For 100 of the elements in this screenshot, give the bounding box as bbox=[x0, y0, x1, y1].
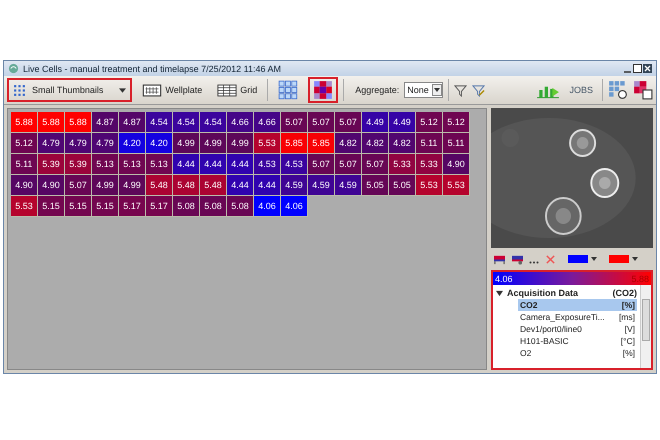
heatmap-cell[interactable]: 4.06 bbox=[281, 196, 308, 217]
heatmap-cell[interactable]: 4.20 bbox=[119, 133, 146, 154]
heatmap-cell[interactable]: 4.87 bbox=[119, 112, 146, 133]
heatmap-cell[interactable]: 5.07 bbox=[281, 112, 308, 133]
heatmap-cell[interactable]: 5.12 bbox=[416, 112, 443, 133]
tree-item[interactable]: CO2 [%] bbox=[518, 299, 637, 311]
heatmap-cell[interactable]: 5.15 bbox=[65, 196, 92, 217]
heatmap-cell[interactable]: 4.20 bbox=[146, 133, 173, 154]
scrollbar[interactable] bbox=[640, 285, 651, 368]
heatmap-cell[interactable]: 4.54 bbox=[200, 112, 227, 133]
heatmap-cell[interactable]: 5.12 bbox=[11, 133, 38, 154]
heatmap-cell[interactable]: 5.39 bbox=[38, 154, 65, 175]
heatmap-cell[interactable]: 5.17 bbox=[146, 196, 173, 217]
high-color-picker[interactable] bbox=[609, 255, 639, 263]
heatmap-cell[interactable]: 4.59 bbox=[308, 175, 335, 196]
heatmap-cell[interactable]: 5.05 bbox=[362, 175, 389, 196]
aggregate-dropdown[interactable]: None bbox=[404, 82, 443, 98]
heatmap-cell[interactable]: 4.87 bbox=[92, 112, 119, 133]
heatmap-cell[interactable]: 5.08 bbox=[173, 196, 200, 217]
heatmap-cell[interactable]: 5.13 bbox=[146, 154, 173, 175]
heatmap-cell[interactable]: 5.48 bbox=[200, 175, 227, 196]
close-icon[interactable] bbox=[643, 64, 652, 73]
heatmap-cell[interactable]: 5.15 bbox=[38, 196, 65, 217]
heatmap-cell[interactable]: 5.15 bbox=[92, 196, 119, 217]
heatmap-toggle[interactable] bbox=[308, 77, 338, 103]
heatmap-cell[interactable]: 4.90 bbox=[11, 175, 38, 196]
heatmap-cell[interactable]: 5.88 bbox=[65, 112, 92, 133]
heatmap-cell[interactable]: 4.82 bbox=[389, 133, 416, 154]
heatmap-cell[interactable]: 4.44 bbox=[227, 154, 254, 175]
heatmap-cell[interactable]: 5.53 bbox=[443, 175, 470, 196]
tree-node[interactable]: Acquisition Data bbox=[507, 288, 608, 298]
heatmap-cell[interactable]: 4.99 bbox=[200, 133, 227, 154]
heatmap-cell[interactable]: 5.33 bbox=[389, 154, 416, 175]
heatmap-cell[interactable]: 4.06 bbox=[254, 196, 281, 217]
heatmap-cell[interactable]: 5.07 bbox=[308, 154, 335, 175]
heatmap-cell[interactable]: 4.49 bbox=[389, 112, 416, 133]
heatmap-cell[interactable]: 5.07 bbox=[335, 112, 362, 133]
jobs-button[interactable]: JOBS bbox=[569, 85, 593, 95]
filter-icon[interactable] bbox=[454, 84, 467, 96]
heatmap-cell[interactable]: 5.07 bbox=[308, 112, 335, 133]
heatmap-cell[interactable]: 4.90 bbox=[38, 175, 65, 196]
heatmap-cell[interactable]: 5.08 bbox=[227, 196, 254, 217]
view-mode-dropdown[interactable]: Small Thumbnails bbox=[7, 78, 132, 102]
heatmap-cell[interactable]: 4.53 bbox=[254, 154, 281, 175]
heatmap-cell[interactable]: 5.85 bbox=[281, 133, 308, 154]
heatmap-cell[interactable]: 5.53 bbox=[11, 196, 38, 217]
heatmap-cell[interactable]: 4.90 bbox=[443, 154, 470, 175]
heatmap-cell[interactable]: 4.99 bbox=[173, 133, 200, 154]
heatmap-cell[interactable]: 5.88 bbox=[11, 112, 38, 133]
heatmap-cell[interactable]: 4.49 bbox=[362, 112, 389, 133]
heatmap-cell[interactable]: 4.44 bbox=[227, 175, 254, 196]
heatmap-cell[interactable]: 5.07 bbox=[362, 154, 389, 175]
heatmap-cell[interactable]: 5.13 bbox=[119, 154, 146, 175]
maximize-button[interactable] bbox=[633, 64, 642, 73]
heatmap-cell[interactable]: 4.79 bbox=[38, 133, 65, 154]
heatmap-cell[interactable]: 5.07 bbox=[335, 154, 362, 175]
heatmap-cell[interactable]: 5.53 bbox=[254, 133, 281, 154]
low-color-picker[interactable] bbox=[568, 255, 598, 263]
heatmap-cell[interactable]: 4.99 bbox=[119, 175, 146, 196]
heatmap-cell[interactable]: 5.12 bbox=[443, 112, 470, 133]
heatmap-cell[interactable]: 4.54 bbox=[173, 112, 200, 133]
heatmap-cell[interactable]: 5.07 bbox=[65, 175, 92, 196]
heatmap-cell[interactable]: 4.53 bbox=[281, 154, 308, 175]
heatmap-cell[interactable]: 4.99 bbox=[92, 175, 119, 196]
filter-edit-icon[interactable] bbox=[472, 84, 485, 96]
wellplate-button[interactable]: Wellplate bbox=[137, 77, 208, 103]
heatmap-cell[interactable]: 5.53 bbox=[416, 175, 443, 196]
tree-item[interactable]: H101-BASIC [°C] bbox=[518, 335, 637, 347]
plate-settings-icon[interactable] bbox=[511, 254, 524, 264]
heatmap-cell[interactable]: 4.44 bbox=[173, 154, 200, 175]
heatmap-window-icon[interactable] bbox=[633, 80, 653, 100]
heatmap-cell[interactable]: 4.59 bbox=[281, 175, 308, 196]
grid-zoom-icon[interactable] bbox=[608, 80, 628, 100]
tree-item[interactable]: Dev1/port0/line0 [V] bbox=[518, 323, 637, 335]
heatmap-cell[interactable]: 4.44 bbox=[254, 175, 281, 196]
heatmap-cell[interactable]: 4.44 bbox=[200, 154, 227, 175]
heatmap-cell[interactable]: 4.54 bbox=[146, 112, 173, 133]
heatmap-cell[interactable]: 4.79 bbox=[65, 133, 92, 154]
heatmap-cell[interactable]: 5.17 bbox=[119, 196, 146, 217]
expand-icon[interactable] bbox=[496, 290, 503, 296]
heatmap-cell[interactable]: 5.39 bbox=[65, 154, 92, 175]
grid-button[interactable]: Grid bbox=[212, 77, 262, 103]
heatmap-cell[interactable]: 5.85 bbox=[308, 133, 335, 154]
tree-item[interactable]: Camera_ExposureTi... [ms] bbox=[518, 311, 637, 323]
heatmap-cell[interactable]: 4.99 bbox=[227, 133, 254, 154]
heatmap-cell[interactable]: 5.11 bbox=[11, 154, 38, 175]
more-icon[interactable] bbox=[529, 261, 539, 264]
heatmap-cell[interactable]: 4.79 bbox=[92, 133, 119, 154]
heatmap-cell[interactable]: 5.33 bbox=[416, 154, 443, 175]
heatmap-cell[interactable]: 5.48 bbox=[173, 175, 200, 196]
heatmap-cell[interactable]: 5.11 bbox=[443, 133, 470, 154]
heatmap-cell[interactable]: 5.05 bbox=[389, 175, 416, 196]
tree-item[interactable]: O2 [%] bbox=[518, 347, 637, 359]
heatmap-cell[interactable]: 4.59 bbox=[335, 175, 362, 196]
heatmap-cell[interactable]: 4.66 bbox=[254, 112, 281, 133]
heatmap-cell[interactable]: 5.88 bbox=[38, 112, 65, 133]
heatmap-cell[interactable]: 5.08 bbox=[200, 196, 227, 217]
heatmap-cell[interactable]: 5.48 bbox=[146, 175, 173, 196]
heatmap-cell[interactable]: 5.13 bbox=[92, 154, 119, 175]
plate-icon[interactable] bbox=[493, 254, 506, 264]
